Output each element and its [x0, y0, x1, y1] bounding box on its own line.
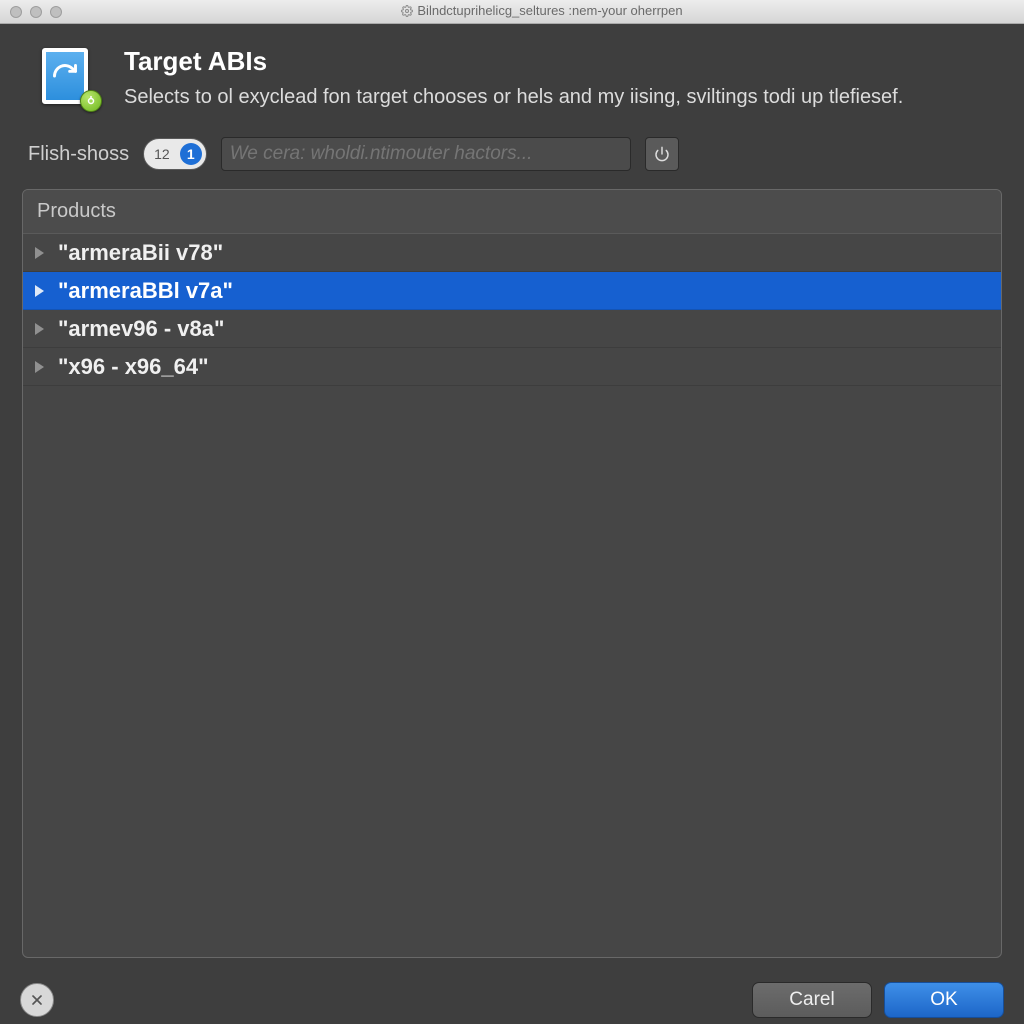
product-row[interactable]: "armev96 - v8a"	[23, 310, 1001, 348]
close-window-button[interactable]	[10, 6, 22, 18]
disclosure-triangle-icon[interactable]	[35, 361, 44, 373]
sync-badge-icon	[80, 90, 102, 112]
dialog-subtitle: Selects to ol exyclead fon target choose…	[124, 83, 903, 111]
dialog-icon	[36, 46, 100, 110]
power-button[interactable]	[645, 137, 679, 171]
search-input[interactable]	[230, 143, 622, 165]
window-title: Bilndctuprihelicg_seltures :nem-your ohe…	[70, 3, 1014, 19]
disclosure-triangle-icon[interactable]	[35, 285, 44, 297]
dialog-title: Target ABIs	[124, 46, 903, 77]
power-icon	[654, 146, 670, 162]
segment-left[interactable]: 12	[144, 139, 180, 169]
products-panel: Products "armeraBii v78""armeraBBl v7a""…	[22, 189, 1002, 958]
window-traffic-lights	[10, 6, 62, 18]
disclosure-triangle-icon[interactable]	[35, 247, 44, 259]
window-titlebar: Bilndctuprihelicg_seltures :nem-your ohe…	[0, 0, 1024, 24]
search-field-wrap[interactable]	[221, 137, 631, 171]
help-button[interactable]	[20, 983, 54, 1017]
filter-row: Flish-shoss 12 1	[0, 125, 1024, 189]
minimize-window-button[interactable]	[30, 6, 42, 18]
disclosure-triangle-icon[interactable]	[35, 323, 44, 335]
filter-label: Flish-shoss	[28, 143, 129, 166]
close-icon	[29, 992, 45, 1008]
products-heading: Products	[23, 190, 1001, 234]
cancel-button[interactable]: Carel	[752, 982, 872, 1018]
dialog-footer: Carel OK	[0, 972, 1024, 1024]
products-list[interactable]: "armeraBii v78" "armeraBBl v7a" "armev96 -…	[23, 234, 1001, 957]
product-row-label: "armev96 - v8a"	[58, 316, 224, 342]
segmented-control[interactable]: 12 1	[143, 138, 207, 170]
product-row-label: "armeraBBl v7a"	[58, 278, 233, 304]
ok-button[interactable]: OK	[884, 982, 1004, 1018]
refresh-icon	[51, 62, 79, 90]
product-row[interactable]: "x96 - x96_64"	[23, 348, 1001, 386]
zoom-window-button[interactable]	[50, 6, 62, 18]
product-row-label: "x96 - x96_64"	[58, 354, 209, 380]
gear-icon	[401, 5, 413, 20]
product-row[interactable]: "armeraBBl v7a"	[23, 272, 1001, 310]
segment-right[interactable]: 1	[180, 143, 202, 165]
product-row[interactable]: "armeraBii v78"	[23, 234, 1001, 272]
window-title-text: Bilndctuprihelicg_seltures :nem-your ohe…	[417, 3, 682, 18]
dialog-header: Target ABIs Selects to ol exyclead fon t…	[0, 24, 1024, 125]
product-row-label: "armeraBii v78"	[58, 240, 223, 266]
